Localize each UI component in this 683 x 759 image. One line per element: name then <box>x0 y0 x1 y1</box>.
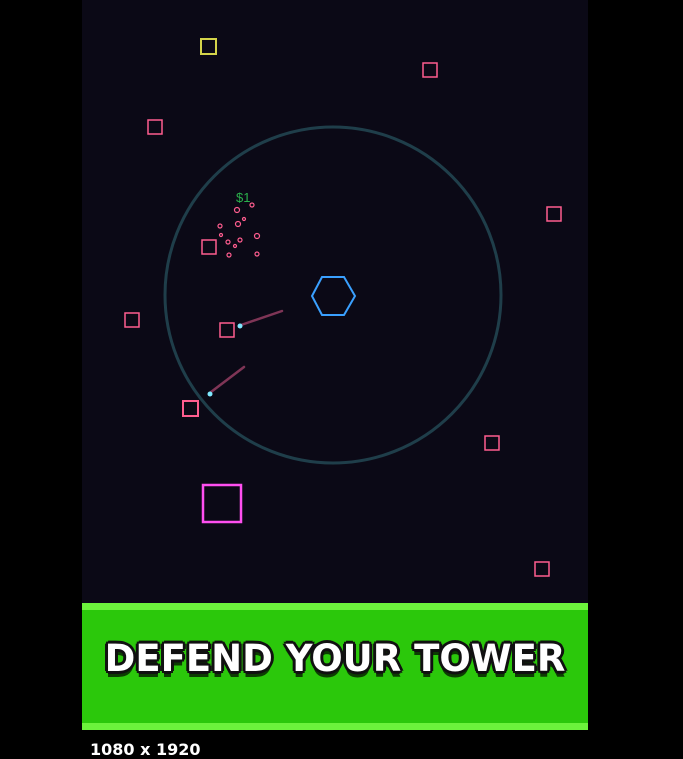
game-scene: $1 <box>124 38 562 577</box>
banner-title: DEFEND YOUR TOWER <box>104 637 566 680</box>
enemy-square <box>422 62 438 78</box>
banner-stripe-top <box>82 603 588 610</box>
enemy-square <box>534 561 550 577</box>
bullet <box>237 323 243 329</box>
boss-enemy-square <box>201 483 243 524</box>
enemy-square <box>219 322 235 338</box>
bullet-trail <box>209 365 246 394</box>
tower-hexagon[interactable] <box>310 276 357 316</box>
enemy-square <box>201 239 217 255</box>
tower-range-ring <box>163 125 503 465</box>
enemy-square <box>484 435 500 451</box>
bullet <box>207 391 213 397</box>
explosion-particles <box>217 202 261 258</box>
enemy-square <box>200 38 217 55</box>
enemy-square <box>147 119 163 135</box>
banner-stripe-bottom <box>82 723 588 730</box>
game-canvas[interactable]: $1 <box>82 0 588 603</box>
bullet-trail <box>239 309 284 327</box>
enemy-square <box>182 400 199 417</box>
enemy-square <box>124 312 140 328</box>
enemy-square <box>546 206 562 222</box>
dimensions-label: 1080 x 1920 <box>90 740 201 759</box>
money-popup: $1 <box>236 190 250 205</box>
promo-banner: DEFEND YOUR TOWER <box>82 603 588 730</box>
